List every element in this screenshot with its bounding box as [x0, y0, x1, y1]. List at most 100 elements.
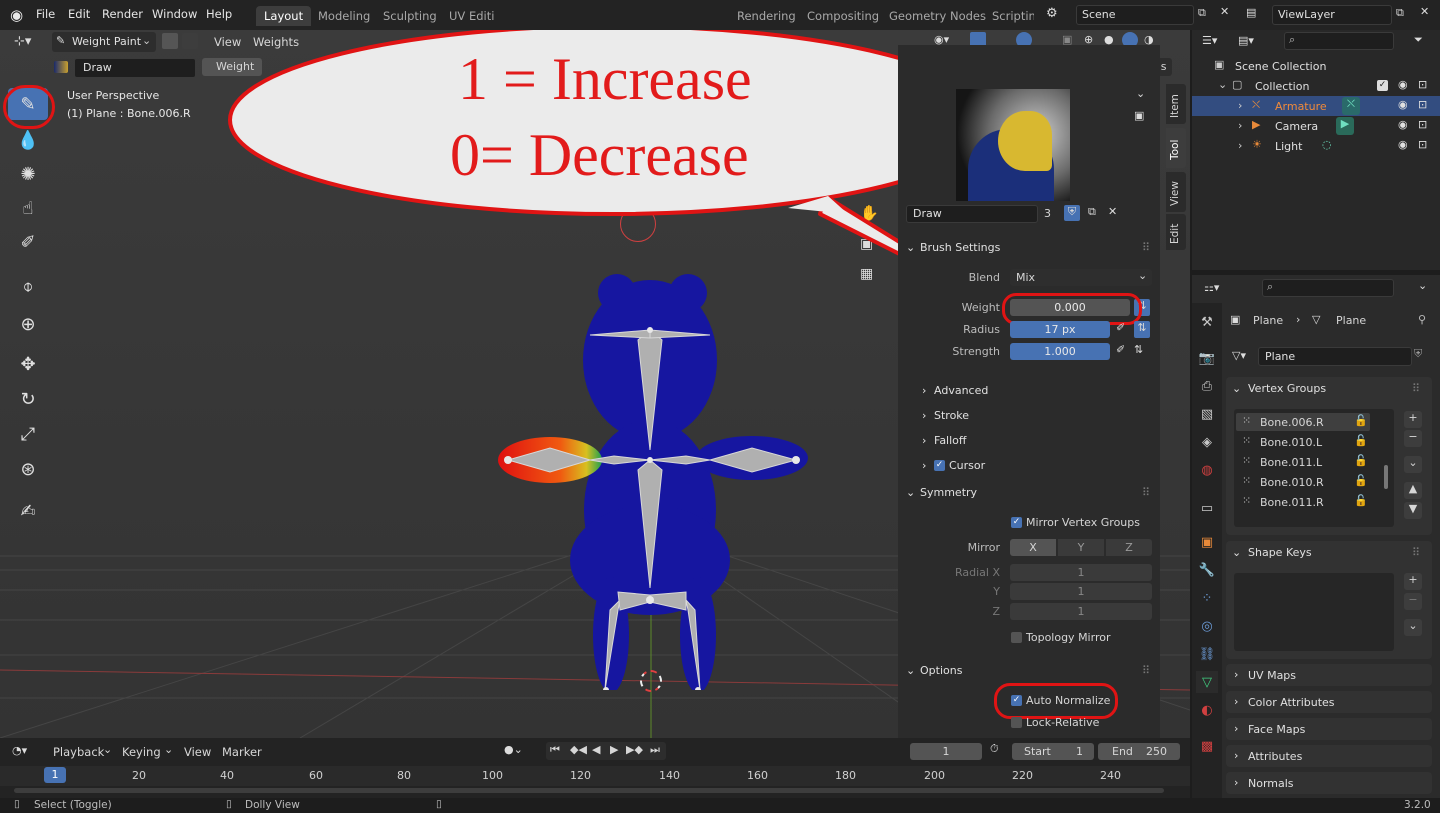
tab-layout[interactable]: Layout [256, 6, 312, 26]
playhead[interactable]: 1 [44, 767, 66, 783]
move-up-icon[interactable]: ▲ [1404, 482, 1422, 499]
eye-icon[interactable]: ◉ [1398, 138, 1408, 151]
radius-slider[interactable]: 17 px [1010, 321, 1110, 338]
stroke-subpanel[interactable]: Stroke [934, 409, 969, 422]
remove-vertex-group-button[interactable]: − [1404, 430, 1422, 447]
radial-z-field[interactable]: 1 [1010, 603, 1152, 620]
mirror-vertex-groups-checkbox[interactable]: ✓ [1011, 517, 1022, 528]
symmetry-header[interactable]: Symmetry [920, 486, 977, 499]
eye-icon[interactable]: ◉ [1398, 118, 1408, 131]
advanced-subpanel[interactable]: Advanced [934, 384, 988, 397]
modifier-properties-icon[interactable]: 🔧 [1196, 559, 1218, 581]
add-vertex-group-button[interactable]: + [1404, 411, 1422, 428]
play-reverse-icon[interactable]: ◀ [592, 743, 600, 756]
drag-handle-icon[interactable]: ⠿ [1412, 546, 1420, 559]
radius-pressure-icon[interactable]: ✐ [1116, 321, 1125, 334]
object-properties-icon[interactable]: ▣ [1196, 531, 1218, 553]
falloff-chevron-icon[interactable]: › [922, 434, 926, 447]
eye-icon[interactable]: ◉ [1398, 78, 1408, 91]
vertex-group-row[interactable]: ⁙ Bone.011.R 🔓 [1236, 493, 1370, 511]
pin-icon[interactable]: ⚲ [1418, 313, 1426, 326]
shape-keys-list[interactable] [1234, 573, 1394, 651]
output-properties-icon[interactable]: ⎙ [1196, 375, 1218, 397]
outliner-search-input[interactable]: ⌕ [1284, 32, 1394, 50]
camera-row[interactable]: › ▶ Camera ▶ ◉ ⊡ [1192, 116, 1440, 136]
mirror-y-toggle[interactable]: Y [1058, 539, 1104, 556]
blender-logo-icon[interactable]: ◉ [10, 6, 28, 24]
texture-properties-icon[interactable]: ▩ [1196, 735, 1218, 757]
cursor-tool-icon[interactable]: ⊕ [8, 308, 48, 340]
tab-edit[interactable]: Edit [1166, 214, 1186, 250]
mirror-z-toggle[interactable]: Z [1106, 539, 1152, 556]
current-frame-field[interactable]: 1 [910, 743, 982, 760]
blur-tool-icon[interactable]: 💧 [8, 124, 48, 156]
outliner-editor-type-icon[interactable]: ☰▾ [1202, 34, 1217, 47]
duplicate-brush-icon[interactable]: ⧉ [1088, 205, 1096, 219]
shape-keys-header[interactable]: Shape Keys [1248, 546, 1312, 559]
view-layer-icon[interactable]: ▤ [1246, 6, 1256, 19]
sidebar-brush-name-field[interactable]: Draw [906, 205, 1038, 223]
lock-icon[interactable]: 🔓 [1354, 494, 1368, 507]
shape-keys-chevron-icon[interactable]: ⌄ [1232, 546, 1241, 559]
stroke-chevron-icon[interactable]: › [922, 409, 926, 422]
lock-icon[interactable]: 🔓 [1354, 434, 1368, 447]
image-browse-icon[interactable]: ▣ [1134, 109, 1144, 122]
eye-icon[interactable]: ◉ [1398, 98, 1408, 111]
vertex-group-row[interactable]: ⁙ Bone.010.L 🔓 [1236, 433, 1370, 451]
cursor-checkbox[interactable]: ✓ [934, 460, 945, 471]
material-properties-icon[interactable]: ◐ [1196, 699, 1218, 721]
strength-slider[interactable]: 1.000 [1010, 343, 1110, 360]
light-row[interactable]: › ☀ Light ◌ ◉ ⊡ [1192, 136, 1440, 156]
menu-window[interactable]: Window [152, 7, 197, 21]
view-layer-properties-icon[interactable]: ▧ [1196, 403, 1218, 425]
world-properties-icon[interactable]: ◍ [1196, 459, 1218, 481]
drag-handle-icon[interactable]: ⠿ [1142, 241, 1150, 254]
chevron-down-icon[interactable]: ⌄ [1418, 279, 1427, 292]
camera-render-icon[interactable]: ⊡ [1418, 118, 1427, 131]
menu-edit[interactable]: Edit [68, 7, 90, 21]
editor-type-icon[interactable]: ⊹▾ [14, 34, 31, 49]
end-frame-field[interactable]: End 250 [1098, 743, 1180, 760]
mesh-data-icon[interactable]: ▽▾ [1232, 349, 1246, 362]
tab-tool[interactable]: Tool [1166, 128, 1186, 168]
collection-properties-icon[interactable]: ▭ [1196, 497, 1218, 519]
mesh-name-field[interactable]: Plane [1258, 347, 1412, 366]
stopwatch-icon[interactable]: ⏱ [990, 742, 999, 756]
vertex-group-specials-icon[interactable]: ⌄ [1404, 456, 1422, 473]
tab-view[interactable]: View [1166, 172, 1186, 212]
radius-unified-icon[interactable]: ⇅ [1134, 321, 1150, 338]
timeline-scrollbar[interactable] [14, 788, 1164, 793]
close-view-layer-icon[interactable]: ✕ [1420, 5, 1429, 18]
prev-keyframe-icon[interactable]: ◆◀ [570, 743, 587, 756]
view-layer-field[interactable]: ViewLayer [1272, 5, 1392, 25]
vertex-group-row[interactable]: ⁙ Bone.006.R 🔓 [1236, 413, 1370, 431]
particle-properties-icon[interactable]: ⁘ [1196, 587, 1218, 609]
properties-editor-type-icon[interactable]: ⚏▾ [1204, 281, 1219, 294]
collection-exclude-checkbox[interactable]: ✓ [1377, 80, 1388, 91]
tool-properties-icon[interactable]: ⚒ [1196, 311, 1218, 333]
add-shape-key-button[interactable]: + [1404, 573, 1422, 590]
vertex-groups-header[interactable]: Vertex Groups [1248, 382, 1326, 395]
collection-row[interactable]: ⌄ ▢ Collection ✓ ◉ ⊡ [1192, 76, 1440, 96]
display-mode-icon[interactable]: ▤▾ [1238, 34, 1254, 47]
brush-settings-header[interactable]: Brush Settings [920, 241, 1000, 254]
uv-maps-panel[interactable]: › UV Maps [1226, 664, 1432, 686]
auto-keying-icon[interactable]: ●⌄ [504, 743, 523, 756]
tab-rendering[interactable]: Rendering [737, 9, 796, 23]
drag-handle-icon[interactable]: ⠿ [1142, 486, 1150, 499]
armature-row[interactable]: › ⛌ Armature ⛌ ◉ ⊡ [1192, 96, 1440, 116]
cursor-chevron-icon[interactable]: › [922, 459, 926, 472]
tab-geometry-nodes[interactable]: Geometry Nodes [889, 9, 986, 23]
lock-relative-checkbox[interactable] [1011, 717, 1022, 728]
scene-selector-icon[interactable]: ⚙ [1046, 6, 1058, 21]
tab-compositing[interactable]: Compositing [807, 9, 879, 23]
transform-tool-icon[interactable]: ⊛ [8, 453, 48, 485]
next-keyframe-icon[interactable]: ▶◆ [626, 743, 643, 756]
menu-view[interactable]: View [184, 745, 211, 759]
cursor-subpanel[interactable]: Cursor [949, 459, 985, 472]
render-properties-icon[interactable]: 📷 [1196, 347, 1218, 369]
radial-y-field[interactable]: 1 [1010, 583, 1152, 600]
copy-view-layer-icon[interactable]: ⧉ [1396, 6, 1404, 20]
camera-render-icon[interactable]: ⊡ [1418, 98, 1427, 111]
mirror-x-toggle[interactable]: X [1010, 539, 1056, 556]
